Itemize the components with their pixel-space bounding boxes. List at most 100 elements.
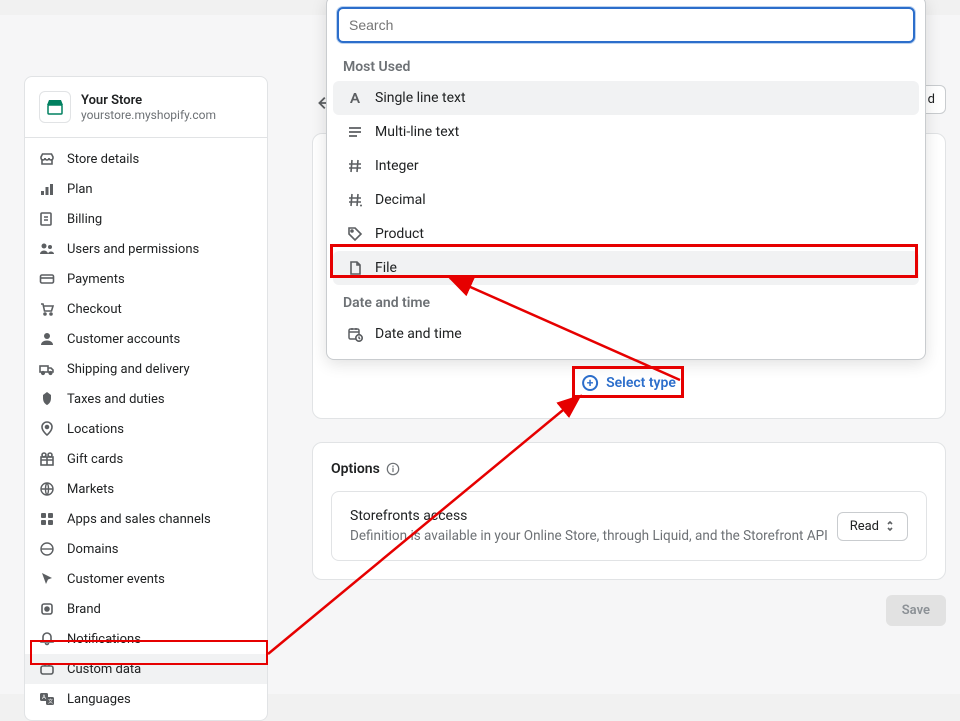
sidebar-item-label: Domains xyxy=(67,542,118,557)
sidebar-item-label: Shipping and delivery xyxy=(67,362,190,377)
sidebar-item-taxes[interactable]: Taxes and duties xyxy=(25,384,267,414)
sidebar-item-locations[interactable]: Locations xyxy=(25,414,267,444)
discard-label: d xyxy=(928,92,935,107)
hash-dot-icon xyxy=(347,192,363,208)
custom-data-icon xyxy=(39,661,55,677)
read-label: Read xyxy=(850,519,879,534)
dropdown-item-date-and-time[interactable]: Date and time xyxy=(333,317,919,351)
payments-icon xyxy=(39,271,55,287)
text-icon xyxy=(347,90,363,106)
gift-icon xyxy=(39,451,55,467)
dropdown-item-label: Date and time xyxy=(375,326,462,342)
storefront-access-row: Storefronts access Definition is availab… xyxy=(331,491,927,561)
store-url: yourstore.myshopify.com xyxy=(81,108,216,122)
dropdown-item-label: Product xyxy=(375,226,424,242)
select-type-button[interactable]: + Select type xyxy=(582,375,676,391)
sidebar-list: Store details Plan Billing Users and per… xyxy=(25,137,267,720)
dropdown-item-single-line-text[interactable]: Single line text xyxy=(333,81,919,115)
sidebar-item-label: Markets xyxy=(67,482,114,497)
sidebar-item-apps[interactable]: Apps and sales channels xyxy=(25,504,267,534)
bell-icon xyxy=(39,631,55,647)
dropdown-item-decimal[interactable]: Decimal xyxy=(333,183,919,217)
read-access-button[interactable]: Read xyxy=(837,512,908,541)
sidebar-item-label: Customer events xyxy=(67,572,165,587)
sidebar-item-domains[interactable]: Domains xyxy=(25,534,267,564)
sidebar-item-plan[interactable]: Plan xyxy=(25,174,267,204)
truck-icon xyxy=(39,361,55,377)
users-icon xyxy=(39,241,55,257)
dropdown-item-multi-line-text[interactable]: Multi-line text xyxy=(333,115,919,149)
dropdown-item-label: Decimal xyxy=(375,192,426,208)
sidebar-item-markets[interactable]: Markets xyxy=(25,474,267,504)
dropdown-search-wrap xyxy=(337,7,915,43)
location-icon xyxy=(39,421,55,437)
sidebar-item-checkout[interactable]: Checkout xyxy=(25,294,267,324)
sidebar-item-users[interactable]: Users and permissions xyxy=(25,234,267,264)
globe-icon xyxy=(39,481,55,497)
select-caret-icon xyxy=(885,519,895,533)
brand-icon xyxy=(39,601,55,617)
dropdown-item-label: Integer xyxy=(375,158,419,174)
file-icon xyxy=(347,260,363,276)
plan-icon xyxy=(39,181,55,197)
sidebar-item-shipping[interactable]: Shipping and delivery xyxy=(25,354,267,384)
sidebar-item-label: Customer accounts xyxy=(67,332,180,347)
storefront-access-desc: Definition is available in your Online S… xyxy=(350,528,828,544)
apps-icon xyxy=(39,511,55,527)
sidebar-item-label: Apps and sales channels xyxy=(67,512,211,527)
hash-icon xyxy=(347,158,363,174)
sidebar-item-customer-events[interactable]: Customer events xyxy=(25,564,267,594)
cart-icon xyxy=(39,301,55,317)
sidebar-item-label: Users and permissions xyxy=(67,242,199,257)
settings-sidebar: Your Store yourstore.myshopify.com Store… xyxy=(24,76,268,721)
domains-icon xyxy=(39,541,55,557)
sidebar-item-label: Custom data xyxy=(67,662,141,677)
store-header: Your Store yourstore.myshopify.com xyxy=(25,77,267,137)
sidebar-item-languages[interactable]: A文Languages xyxy=(25,684,267,714)
taxes-icon xyxy=(39,391,55,407)
sidebar-item-label: Locations xyxy=(67,422,124,437)
dropdown-item-label: File xyxy=(375,260,397,276)
sidebar-item-label: Taxes and duties xyxy=(67,392,165,407)
dropdown-item-integer[interactable]: Integer xyxy=(333,149,919,183)
sidebar-item-label: Store details xyxy=(67,152,139,167)
dropdown-group-most-used: Most Used xyxy=(333,49,919,81)
sidebar-item-label: Payments xyxy=(67,272,125,287)
sidebar-item-label: Plan xyxy=(67,182,93,197)
tag-icon xyxy=(347,226,363,242)
svg-text:A: A xyxy=(42,694,46,701)
sidebar-item-label: Gift cards xyxy=(67,452,123,467)
dropdown-item-label: Multi-line text xyxy=(375,124,459,140)
person-icon xyxy=(39,331,55,347)
sidebar-item-label: Billing xyxy=(67,212,102,227)
cursor-icon xyxy=(39,571,55,587)
dropdown-group-date-time: Date and time xyxy=(333,285,919,317)
select-type-label: Select type xyxy=(606,375,676,391)
sidebar-item-billing[interactable]: Billing xyxy=(25,204,267,234)
dropdown-search-input[interactable] xyxy=(337,7,915,43)
plus-circle-icon: + xyxy=(582,375,598,391)
sidebar-item-brand[interactable]: Brand xyxy=(25,594,267,624)
sidebar-item-store-details[interactable]: Store details xyxy=(25,144,267,174)
save-button[interactable]: Save xyxy=(886,595,946,626)
options-title: Options xyxy=(331,461,380,477)
calendar-clock-icon xyxy=(347,326,363,342)
store-name: Your Store xyxy=(81,93,216,108)
sidebar-item-gift-cards[interactable]: Gift cards xyxy=(25,444,267,474)
sidebar-item-payments[interactable]: Payments xyxy=(25,264,267,294)
sidebar-item-custom-data[interactable]: Custom data xyxy=(25,654,267,684)
dropdown-body[interactable]: Most Used Single line text Multi-line te… xyxy=(327,49,925,359)
dropdown-item-product[interactable]: Product xyxy=(333,217,919,251)
lines-icon xyxy=(347,124,363,140)
save-label: Save xyxy=(902,603,930,618)
type-dropdown: Most Used Single line text Multi-line te… xyxy=(326,0,926,360)
store-logo-icon xyxy=(39,91,71,123)
svg-text:文: 文 xyxy=(48,698,53,705)
sidebar-item-notifications[interactable]: Notifications xyxy=(25,624,267,654)
sidebar-item-customer-accounts[interactable]: Customer accounts xyxy=(25,324,267,354)
dropdown-item-label: Single line text xyxy=(375,90,466,106)
dropdown-item-file[interactable]: File xyxy=(333,251,919,285)
storefront-access-title: Storefronts access xyxy=(350,508,828,524)
sidebar-item-label: Notifications xyxy=(67,632,141,647)
options-title-row: Options xyxy=(331,461,927,477)
